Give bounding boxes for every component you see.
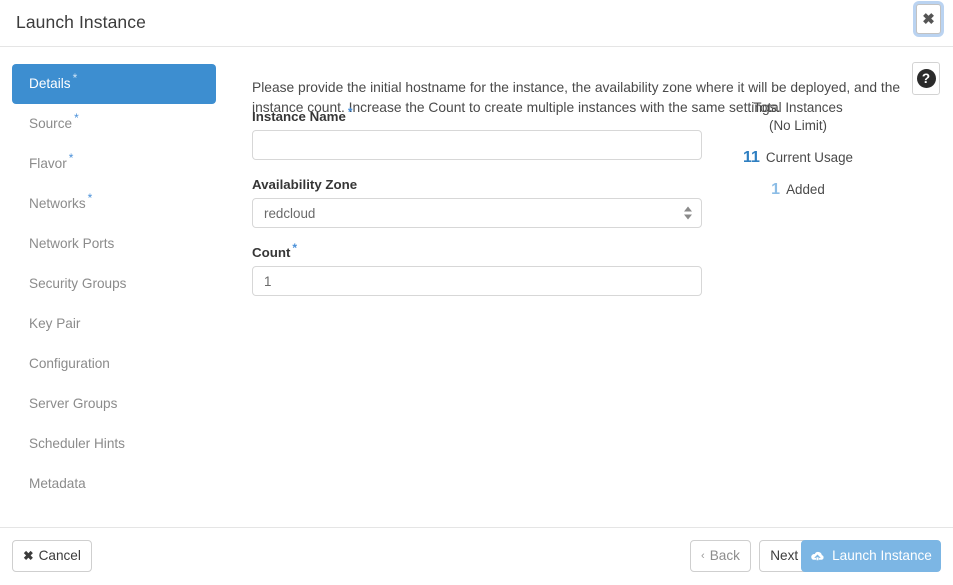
- current-usage-row: 11 Current Usage: [698, 149, 898, 167]
- availability-zone-select-wrap: [252, 198, 702, 228]
- count-field-group: Count *: [252, 240, 702, 296]
- details-form: Instance Name* Availability Zone Count*: [252, 104, 702, 313]
- current-usage-value: 11: [742, 149, 760, 166]
- cancel-button-label: Cancel: [38, 548, 81, 564]
- close-icon: ✖: [922, 10, 935, 28]
- sidebar-item-flavor[interactable]: Flavor *: [12, 144, 216, 184]
- sidebar-item-label: Details: [29, 76, 71, 91]
- sidebar-item-server-groups[interactable]: Server Groups: [12, 384, 216, 424]
- sidebar-item-label: Configuration: [29, 356, 110, 371]
- count-label: Count *: [252, 240, 298, 260]
- sidebar-item-security-groups[interactable]: Security Groups: [12, 264, 216, 304]
- wizard-step-content: ? Please provide the initial hostname fo…: [228, 47, 953, 527]
- modal-header: Launch Instance ✖: [0, 0, 953, 47]
- sidebar-item-label: Security Groups: [29, 276, 127, 291]
- launch-instance-button[interactable]: Launch Instance: [801, 540, 941, 572]
- sidebar-item-metadata[interactable]: Metadata: [12, 464, 216, 504]
- required-marker: *: [292, 240, 298, 255]
- sidebar-item-label: Metadata: [29, 476, 86, 491]
- usage-title: Total Instances: [753, 100, 843, 115]
- sidebar-item-network-ports[interactable]: Network Ports: [12, 224, 216, 264]
- wizard-step-nav: Details * Source * Flavor * Networks * Netwo…: [0, 47, 228, 527]
- availability-zone-select[interactable]: [252, 198, 702, 228]
- sidebar-item-label: Server Groups: [29, 396, 118, 411]
- sidebar-item-source[interactable]: Source *: [12, 104, 216, 144]
- required-marker: *: [72, 71, 78, 86]
- required-marker: *: [347, 104, 353, 119]
- launch-instance-modal: Launch Instance ✖ Details * Source * Flavo…: [0, 0, 953, 585]
- usage-subtitle: (No Limit): [768, 118, 828, 133]
- next-button-label: Next: [770, 548, 799, 564]
- sidebar-item-details[interactable]: Details *: [12, 64, 216, 104]
- sidebar-item-label: Network Ports: [29, 236, 115, 251]
- chevron-left-icon: ‹: [701, 549, 705, 562]
- required-marker: *: [87, 191, 93, 206]
- sidebar-item-networks[interactable]: Networks *: [12, 184, 216, 224]
- sidebar-item-label: Scheduler Hints: [29, 436, 125, 451]
- sidebar-item-label: Networks: [29, 196, 86, 211]
- current-usage-label: Current Usage: [765, 150, 853, 165]
- added-label: Added: [786, 182, 825, 197]
- back-button-label: Back: [709, 548, 740, 564]
- availability-zone-label: Availability Zone: [252, 177, 358, 192]
- back-button[interactable]: ‹ Back: [690, 540, 751, 572]
- instance-name-input[interactable]: [252, 130, 702, 160]
- sidebar-item-scheduler-hints[interactable]: Scheduler Hints: [12, 424, 216, 464]
- sidebar-item-label: Flavor: [29, 156, 67, 171]
- sidebar-item-configuration[interactable]: Configuration: [12, 344, 216, 384]
- added-row: 1 Added: [698, 181, 898, 199]
- sidebar-item-label: Key Pair: [29, 316, 81, 331]
- required-marker: *: [68, 151, 74, 166]
- close-button[interactable]: ✖: [916, 4, 941, 34]
- added-value: 1: [771, 181, 781, 198]
- modal-body: Details * Source * Flavor * Networks * Netwo…: [0, 47, 953, 527]
- cancel-button[interactable]: ✖ Cancel: [12, 540, 92, 572]
- availability-zone-field-group: Availability Zone: [252, 177, 702, 228]
- launch-instance-button-label: Launch Instance: [832, 548, 932, 564]
- instance-name-label: Instance Name *: [252, 104, 353, 124]
- modal-footer: ✖ Cancel ‹ Back Next › Launch Instance: [0, 527, 953, 585]
- close-icon: ✖: [23, 548, 34, 563]
- usage-summary: Total Instances (No Limit) 11 Current Us…: [698, 99, 898, 199]
- cloud-upload-icon: [810, 550, 825, 563]
- page-title: Launch Instance: [16, 12, 146, 32]
- count-input[interactable]: [252, 266, 702, 296]
- instance-name-field-group: Instance Name *: [252, 104, 702, 160]
- required-marker: *: [74, 111, 79, 126]
- sidebar-item-label: Source: [29, 116, 73, 131]
- sidebar-item-key-pair[interactable]: Key Pair: [12, 304, 216, 344]
